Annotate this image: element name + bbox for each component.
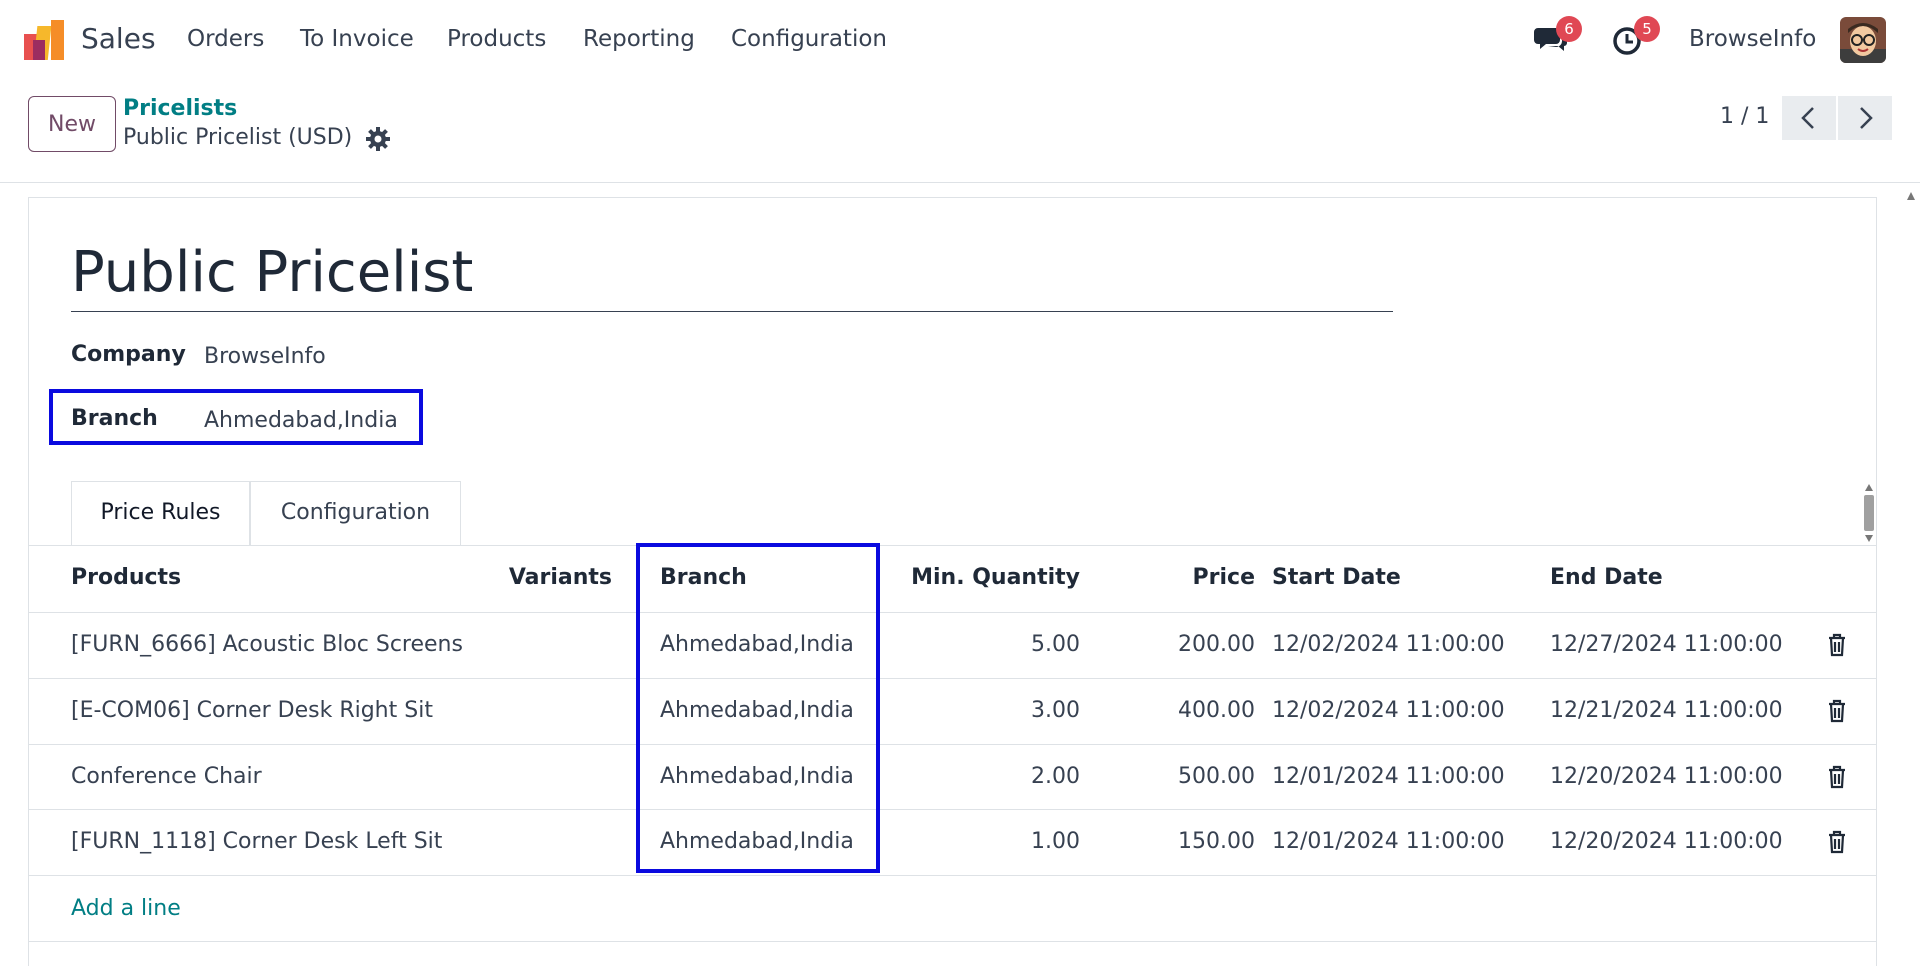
cell-price[interactable]: 500.00 [1100,764,1255,789]
menu-configuration[interactable]: Configuration [731,26,887,52]
menu-reporting[interactable]: Reporting [583,26,695,52]
row-divider [29,809,1876,810]
user-avatar[interactable] [1840,17,1886,63]
chevron-right-icon [1860,107,1873,129]
trash-icon[interactable] [1827,633,1847,657]
cell-start-date[interactable]: 12/02/2024 11:00:00 [1272,698,1505,723]
cell-product[interactable]: [FURN_6666] Acoustic Bloc Screens [71,632,463,657]
cell-min-quantity[interactable]: 5.00 [880,632,1080,657]
cell-start-date[interactable]: 12/01/2024 11:00:00 [1272,764,1505,789]
trash-icon[interactable] [1827,765,1847,789]
branch-field[interactable]: Ahmedabad,India [204,408,398,433]
pager-next-button[interactable] [1838,96,1892,140]
chevron-left-icon [1801,107,1814,129]
column-header-price[interactable]: Price [1100,565,1255,590]
branch-label: Branch [71,406,158,431]
column-header-start-date[interactable]: Start Date [1272,565,1401,590]
top-navbar: Sales Orders To Invoice Products Reporti… [0,0,1920,80]
new-button[interactable]: New [28,96,116,152]
company-switcher[interactable]: BrowseInfo [1689,26,1816,52]
cell-product[interactable]: Conference Chair [71,764,262,789]
cell-price[interactable]: 400.00 [1100,698,1255,723]
cell-end-date[interactable]: 12/27/2024 11:00:00 [1550,632,1783,657]
cell-start-date[interactable]: 12/01/2024 11:00:00 [1272,829,1505,854]
activities-badge: 5 [1634,16,1660,42]
cell-end-date[interactable]: 12/20/2024 11:00:00 [1550,829,1783,854]
header-divider [29,612,1876,613]
cell-end-date[interactable]: 12/20/2024 11:00:00 [1550,764,1783,789]
company-label: Company [71,342,186,367]
row-divider [29,744,1876,745]
activities-button[interactable]: 5 [1612,16,1660,58]
cell-product[interactable]: [FURN_1118] Corner Desk Left Sit [71,829,442,854]
pager-value[interactable]: 1 / 1 [1720,104,1769,129]
menu-products[interactable]: Products [447,26,546,52]
menu-to-invoice[interactable]: To Invoice [300,26,414,52]
column-header-end-date[interactable]: End Date [1550,565,1663,590]
tab-configuration[interactable]: Configuration [250,481,461,546]
breadcrumb-current: Public Pricelist (USD) [123,125,353,150]
messages-badge: 6 [1556,16,1582,42]
cell-min-quantity[interactable]: 2.00 [880,764,1080,789]
column-header-products[interactable]: Products [71,565,181,590]
avatar-icon [1840,17,1886,63]
row-divider [29,678,1876,679]
app-name[interactable]: Sales [81,22,156,55]
cell-price[interactable]: 150.00 [1100,829,1255,854]
tab-divider [29,545,1876,546]
company-field[interactable]: BrowseInfo [204,344,326,369]
row-divider [29,941,1876,942]
row-divider [29,875,1876,876]
tab-price-rules[interactable]: Price Rules [71,481,250,546]
trash-icon[interactable] [1827,699,1847,723]
breadcrumb-pricelists[interactable]: Pricelists [123,96,237,121]
sales-app-icon[interactable] [24,20,68,60]
cell-start-date[interactable]: 12/02/2024 11:00:00 [1272,632,1505,657]
branch-column-highlight [636,543,880,873]
page-scrollbar[interactable] [1904,186,1918,966]
pricelist-name-field[interactable]: Public Pricelist [71,240,473,305]
cell-min-quantity[interactable]: 1.00 [880,829,1080,854]
cell-price[interactable]: 200.00 [1100,632,1255,657]
messages-button[interactable]: 6 [1534,16,1582,58]
title-underline [71,311,1393,312]
add-line-link[interactable]: Add a line [71,896,181,921]
control-panel-divider [0,182,1920,183]
cell-end-date[interactable]: 12/21/2024 11:00:00 [1550,698,1783,723]
cell-min-quantity[interactable]: 3.00 [880,698,1080,723]
cell-product[interactable]: [E-COM06] Corner Desk Right Sit [71,698,433,723]
column-header-min-quantity[interactable]: Min. Quantity [880,565,1080,590]
gear-icon[interactable] [365,126,391,152]
menu-orders[interactable]: Orders [187,26,264,52]
pager-previous-button[interactable] [1782,96,1836,140]
list-scrollbar[interactable] [1862,481,1876,545]
column-header-variants[interactable]: Variants [470,565,612,590]
trash-icon[interactable] [1827,830,1847,854]
